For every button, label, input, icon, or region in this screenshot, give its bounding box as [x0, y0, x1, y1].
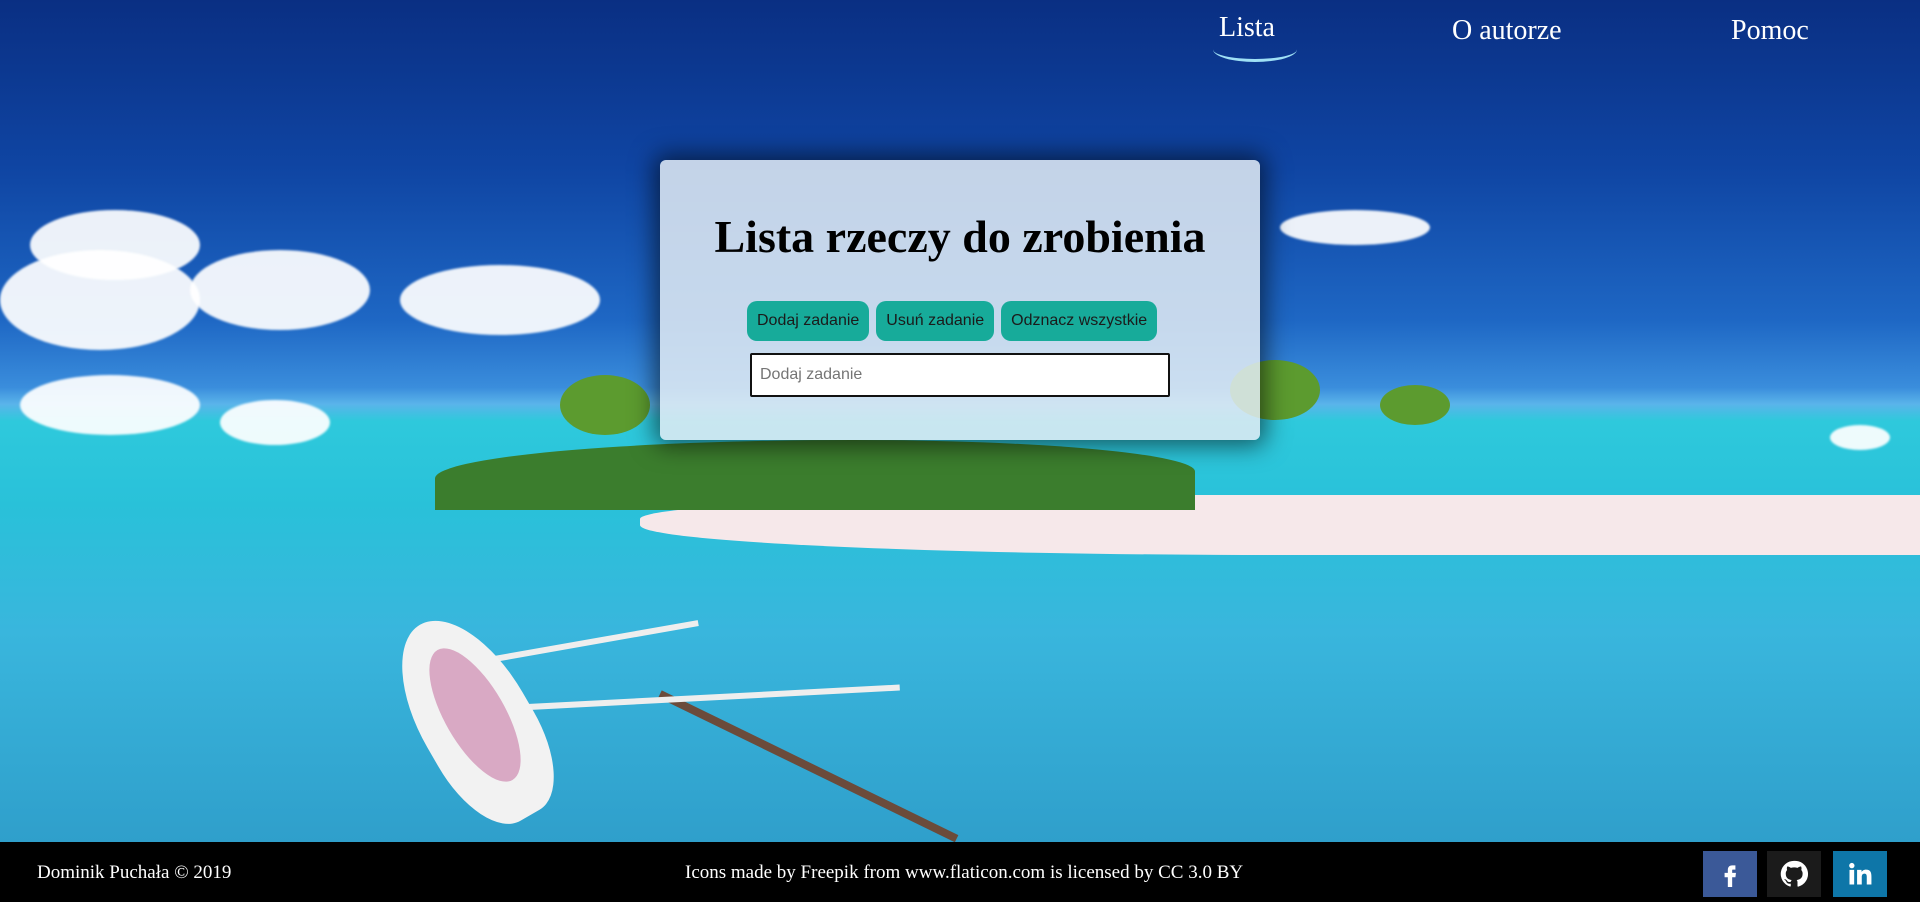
uncheck-all-button[interactable]: Odznacz wszystkie: [1001, 301, 1158, 341]
cloud: [400, 265, 600, 335]
task-input[interactable]: [750, 353, 1170, 397]
github-link[interactable]: [1767, 851, 1821, 897]
github-icon: [1780, 860, 1809, 887]
cloud: [0, 250, 200, 350]
facebook-icon: [1724, 865, 1736, 887]
island: [435, 440, 1195, 510]
cloud: [190, 250, 370, 330]
nav-item-pomoc[interactable]: Pomoc: [1731, 15, 1809, 47]
facebook-link[interactable]: [1703, 851, 1757, 897]
palm-tree: [560, 375, 650, 435]
outrigger-spar: [471, 620, 699, 666]
linkedin-link[interactable]: [1833, 851, 1887, 897]
cloud: [220, 400, 330, 445]
cloud: [1280, 210, 1430, 245]
page-title: Lista rzeczy do zrobienia: [714, 211, 1206, 262]
cloud: [1830, 425, 1890, 450]
outrigger-pole: [658, 690, 959, 842]
remove-task-button[interactable]: Usuń zadanie: [876, 301, 995, 341]
copyright-text: Dominik Puchała © 2019: [37, 862, 232, 883]
nav-item-lista[interactable]: Lista: [1213, 12, 1297, 62]
top-navigation: Lista O autorze Pomoc: [0, 0, 1920, 70]
footer: Dominik Puchała © 2019 Icons made by Fre…: [0, 842, 1920, 902]
palm-tree: [1380, 385, 1450, 425]
icon-credit-text: Icons made by Freepik from www.flaticon.…: [685, 862, 1244, 883]
nav-item-o-autorze[interactable]: O autorze: [1452, 15, 1562, 47]
todo-card: Lista rzeczy do zrobienia Dodaj zadanie …: [660, 160, 1260, 440]
button-group: Dodaj zadanie Usuń zadanie Odznacz wszys…: [747, 301, 1158, 341]
cloud: [20, 375, 200, 435]
linkedin-icon: [1849, 862, 1872, 885]
add-task-button[interactable]: Dodaj zadanie: [747, 301, 870, 341]
outrigger-spar: [500, 684, 900, 712]
